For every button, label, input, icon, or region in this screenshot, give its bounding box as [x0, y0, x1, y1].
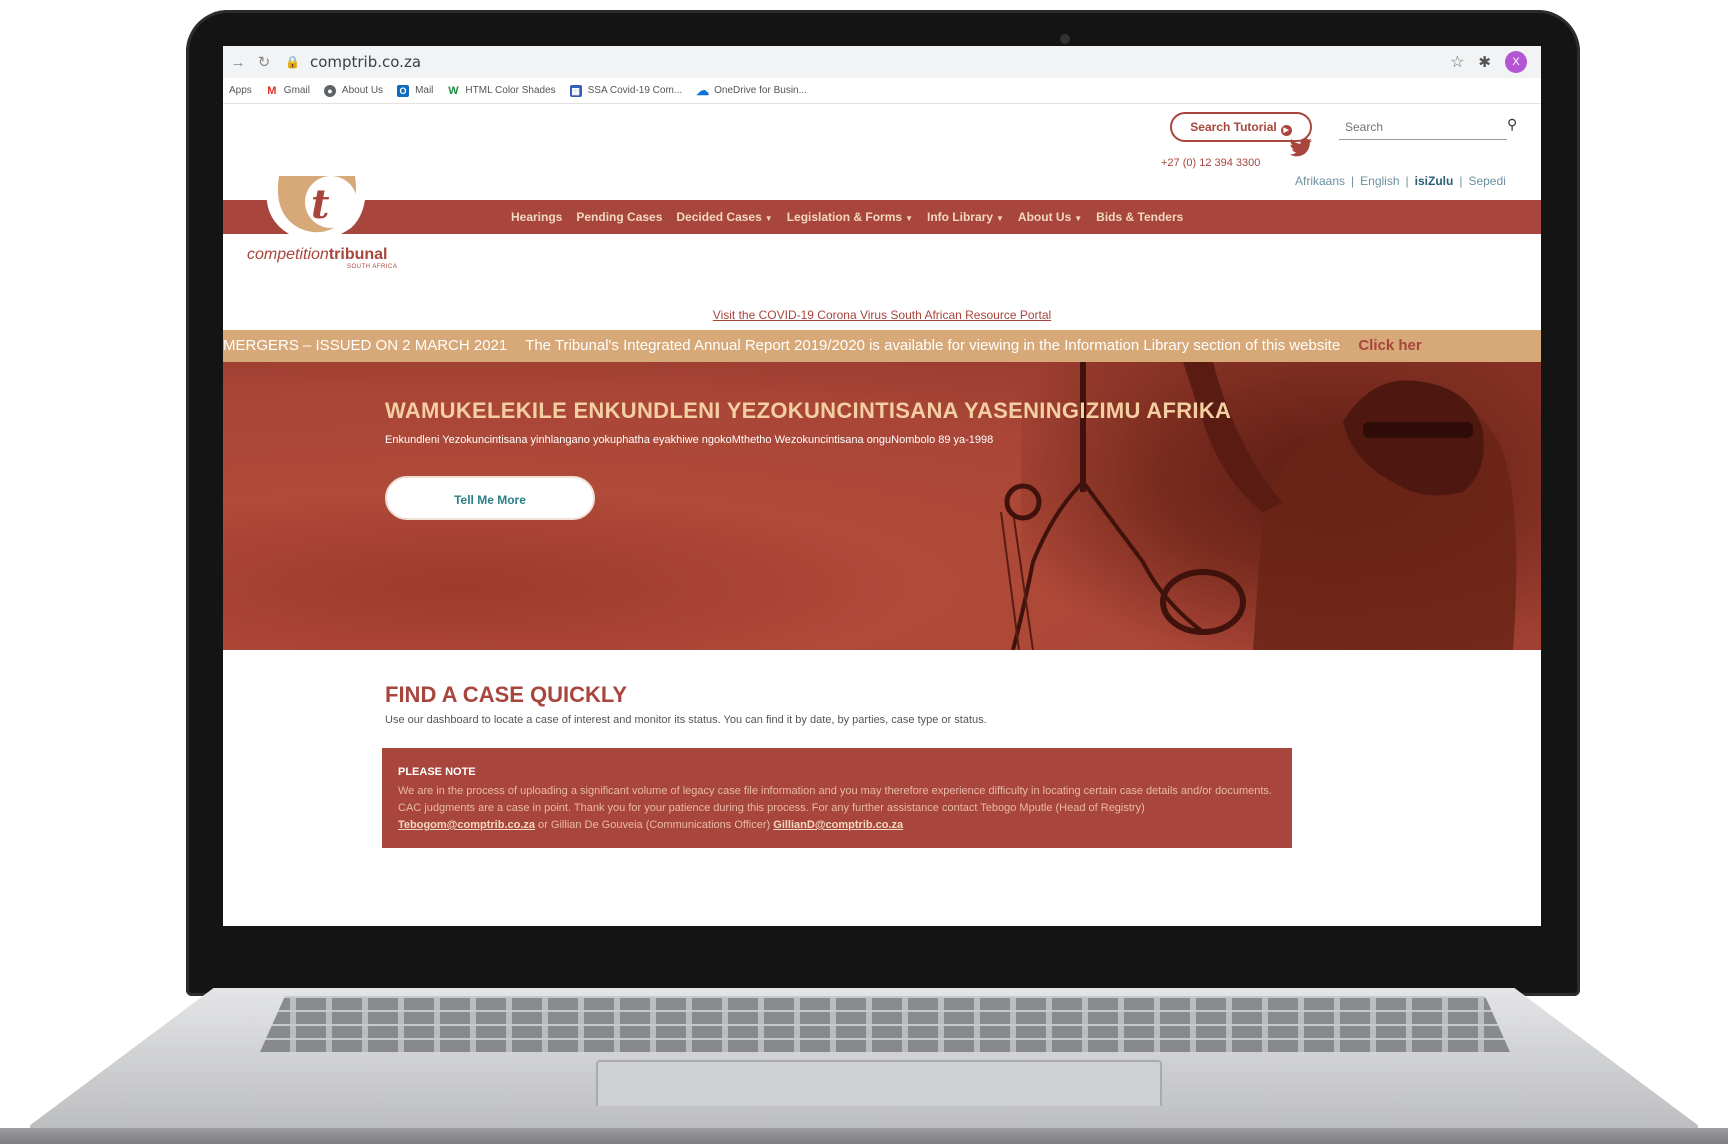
- bookmark-label: HTML Color Shades: [465, 85, 556, 96]
- bookmark-apps[interactable]: Apps: [229, 85, 252, 96]
- lock-icon: 🔒: [285, 55, 300, 69]
- w-icon: W: [448, 84, 459, 97]
- bookmark-label: SSA Covid-19 Com...: [587, 85, 683, 96]
- bookmarks-bar: Apps M Gmail ● About Us O Mail W HTML Co…: [223, 78, 1541, 104]
- nav-label: Decided Cases: [676, 210, 762, 224]
- forward-icon[interactable]: →: [227, 54, 249, 71]
- address-bar[interactable]: comptrib.co.za: [310, 53, 421, 71]
- lang-separator: |: [1351, 174, 1355, 188]
- covid-portal-link[interactable]: Visit the COVID-19 Corona Virus South Af…: [223, 308, 1541, 322]
- main-nav: Hearings Pending Cases Decided Cases ▼ Le…: [223, 200, 1541, 234]
- play-icon: ▶: [1280, 125, 1292, 136]
- news-ticker: MERGERS – ISSUED ON 2 MARCH 2021 The Tri…: [223, 330, 1541, 362]
- bookmark-star-icon[interactable]: ☆: [1450, 52, 1464, 72]
- lang-separator: |: [1405, 174, 1409, 188]
- nav-bids-tenders[interactable]: Bids & Tenders: [1096, 210, 1183, 224]
- lang-isizulu[interactable]: isiZulu: [1415, 174, 1454, 188]
- caret-down-icon: ▼: [905, 214, 913, 223]
- email-link-tebogo[interactable]: Tebogom@comptrib.co.za: [398, 819, 535, 831]
- bookmark-label: About Us: [341, 85, 384, 96]
- profile-avatar[interactable]: X: [1505, 51, 1527, 73]
- search-icon[interactable]: ⚲: [1507, 116, 1517, 133]
- nav-label: About Us: [1017, 210, 1072, 224]
- note-body: We are in the process of uploading a sig…: [398, 785, 1272, 814]
- nav-label: Bids & Tenders: [1096, 210, 1184, 224]
- nav-legislation-forms[interactable]: Legislation & Forms ▼: [787, 210, 913, 224]
- nav-decided-cases[interactable]: Decided Cases ▼: [676, 210, 772, 224]
- hero-title: WAMUKELEKILE ENKUNDLENI YEZOKUNCINTISANA…: [385, 398, 1232, 423]
- hero-banner: WAMUKELEKILE ENKUNDLENI YEZOKUNCINTISANA…: [223, 362, 1541, 650]
- nav-label: Pending Cases: [576, 210, 663, 224]
- keyboard: [260, 996, 1510, 1052]
- browser-screen: → ↻ 🔒 comptrib.co.za ☆ ✱ X Apps M Gmail …: [223, 46, 1541, 926]
- bookmark-ssa-covid[interactable]: ▦ SSA Covid-19 Com...: [569, 84, 683, 97]
- bookmark-html-color-shades[interactable]: W HTML Color Shades: [447, 85, 555, 97]
- nav-items: Hearings Pending Cases Decided Cases ▼ Le…: [511, 200, 1183, 234]
- caret-down-icon: ▼: [996, 214, 1004, 223]
- ticker-link[interactable]: Click her: [1358, 337, 1421, 354]
- svg-text:t: t: [311, 181, 330, 228]
- language-switcher: Afrikaans | English | isiZulu | Sepedi: [1295, 174, 1506, 188]
- laptop-mockup: → ↻ 🔒 comptrib.co.za ☆ ✱ X Apps M Gmail …: [0, 0, 1728, 1144]
- calendar-icon: ▦: [569, 84, 582, 97]
- twitter-icon[interactable]: [1289, 138, 1313, 158]
- bookmark-label: Apps: [229, 85, 252, 96]
- nav-label: Info Library: [926, 210, 993, 224]
- lang-separator: |: [1459, 174, 1463, 188]
- logo-icon[interactable]: t: [259, 176, 377, 244]
- note-title: PLEASE NOTE: [398, 766, 476, 778]
- bookmark-label: OneDrive for Busin...: [714, 85, 807, 96]
- laptop-base-edge: [0, 1128, 1728, 1144]
- ticker-item: The Tribunal's Integrated Annual Report …: [525, 337, 1341, 354]
- logo-wordmark[interactable]: competitiontribunal: [247, 246, 388, 264]
- nav-label: Legislation & Forms: [786, 210, 903, 224]
- nav-hearings[interactable]: Hearings: [511, 210, 562, 224]
- bookmark-gmail[interactable]: M Gmail: [266, 85, 310, 97]
- extensions-icon[interactable]: ✱: [1478, 53, 1491, 71]
- bookmark-label: Mail: [415, 85, 434, 96]
- bookmark-onedrive[interactable]: ☁ OneDrive for Busin...: [696, 82, 807, 98]
- trackpad: [596, 1060, 1162, 1106]
- webcam: [1060, 34, 1070, 44]
- nav-info-library[interactable]: Info Library ▼: [927, 210, 1004, 224]
- find-case-title: FIND A CASE QUICKLY: [385, 682, 628, 707]
- note-body-2: or Gillian De Gouveia (Communications Of…: [538, 819, 771, 831]
- find-case-description: Use our dashboard to locate a case of in…: [385, 714, 987, 726]
- onedrive-icon: ☁: [696, 82, 710, 98]
- nav-pending-cases[interactable]: Pending Cases: [576, 210, 662, 224]
- search-tutorial-label: Search Tutorial: [1190, 120, 1277, 134]
- gmail-icon: M: [267, 84, 277, 97]
- search-input[interactable]: [1339, 114, 1507, 140]
- bookmark-about-us[interactable]: ● About Us: [323, 84, 384, 97]
- browser-actions: ☆ ✱ X: [1450, 51, 1527, 73]
- phone-number: +27 (0) 12 394 3300: [1161, 157, 1261, 169]
- bookmark-label: Gmail: [283, 85, 310, 96]
- globe-icon: ●: [323, 84, 336, 97]
- please-note-box: PLEASE NOTE We are in the process of upl…: [382, 748, 1292, 848]
- lang-english[interactable]: English: [1360, 174, 1399, 188]
- lang-afrikaans[interactable]: Afrikaans: [1295, 174, 1345, 188]
- lang-sepedi[interactable]: Sepedi: [1468, 174, 1505, 188]
- reload-icon[interactable]: ↻: [253, 53, 275, 71]
- logo-text-bold: tribunal: [328, 246, 388, 263]
- outlook-icon: O: [397, 84, 410, 97]
- hero-subtitle: Enkundleni Yezokuncintisana yinhlangano …: [385, 434, 994, 446]
- tell-me-more-button[interactable]: Tell Me More: [385, 476, 595, 520]
- bookmark-mail[interactable]: O Mail: [397, 84, 434, 97]
- email-link-gillian[interactable]: GillianD@comptrib.co.za: [773, 819, 903, 831]
- caret-down-icon: ▼: [1074, 214, 1083, 223]
- nav-label: Hearings: [511, 210, 563, 224]
- browser-toolbar: → ↻ 🔒 comptrib.co.za ☆ ✱ X: [223, 46, 1541, 78]
- nav-about-us[interactable]: About Us ▼: [1018, 210, 1082, 224]
- ticker-item: MERGERS – ISSUED ON 2 MARCH 2021: [223, 337, 508, 354]
- note-text: We are in the process of uploading a sig…: [398, 783, 1276, 834]
- logo-subtitle: SOUTH AFRICA: [347, 264, 398, 270]
- caret-down-icon: ▼: [764, 214, 773, 223]
- logo-text-light: competition: [247, 246, 329, 263]
